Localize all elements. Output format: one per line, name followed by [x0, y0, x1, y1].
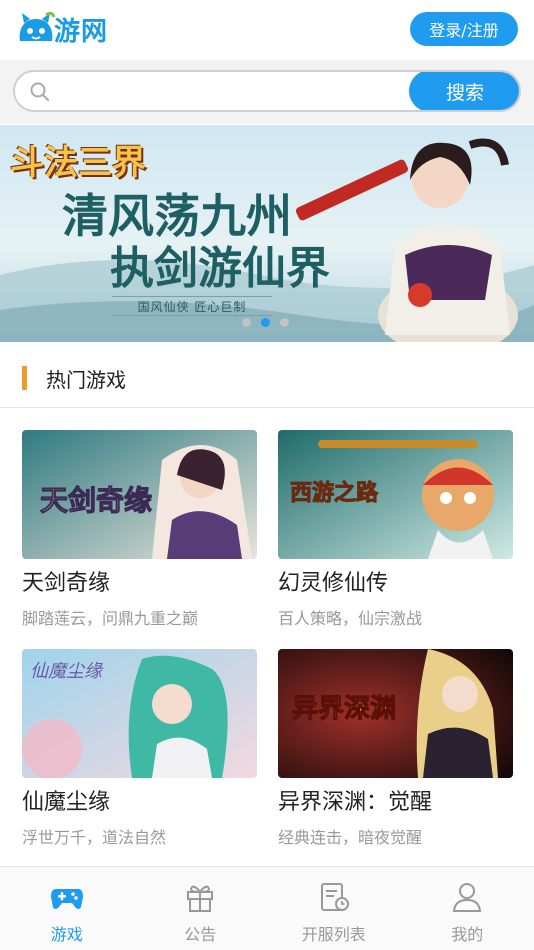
gift-icon: [187, 885, 214, 912]
login-register-button[interactable]: 登录/注册: [410, 12, 518, 46]
game-description: 脚踏莲云，问鼎九重之巅: [22, 609, 199, 628]
game-card[interactable]: 仙魔尘缘 仙魔尘缘 浮世万千，道法自然: [22, 649, 257, 848]
logo-cat-icon: [19, 11, 56, 41]
tab-label: 公告: [184, 925, 217, 944]
game-card[interactable]: 西游之路 幻灵修仙传 百人策略，仙宗激战: [278, 430, 513, 629]
tab-label: 我的: [451, 925, 484, 944]
bottom-tab-bar: 游戏 公告 开服列表 我的: [0, 866, 534, 950]
game-art-title: 异界深渊: [292, 694, 396, 724]
game-description: 经典连击，暗夜觉醒: [278, 828, 423, 847]
carousel-dot[interactable]: [242, 318, 251, 327]
game-art: 异界深渊: [278, 649, 513, 778]
game-art: 西游之路: [278, 430, 513, 559]
gamepad-icon: [50, 889, 83, 909]
tab-server-list[interactable]: 开服列表: [267, 867, 401, 950]
user-icon: [453, 883, 482, 912]
game-thumbnail[interactable]: 西游之路: [278, 430, 513, 559]
game-thumbnail[interactable]: 异界深渊: [278, 649, 513, 778]
game-title[interactable]: 异界深渊：觉醒: [278, 784, 513, 816]
game-art-title: 天剑奇缘: [40, 484, 152, 517]
search-input[interactable]: [59, 72, 409, 110]
search-box: 搜索: [13, 70, 521, 112]
search-icon: [30, 82, 49, 101]
banner-carousel[interactable]: 斗法三界 清风荡九州 执剑游仙界 国风仙侠 匠心巨制: [0, 125, 534, 342]
game-thumbnail[interactable]: 仙魔尘缘: [22, 649, 257, 778]
tab-games[interactable]: 游戏: [0, 867, 134, 950]
carousel-indicator: [242, 318, 289, 327]
game-thumbnail[interactable]: 天剑奇缘: [22, 430, 257, 559]
header: 游网 登录/注册: [0, 0, 534, 60]
game-title[interactable]: 仙魔尘缘: [22, 784, 257, 816]
carousel-dot-active[interactable]: [261, 318, 270, 327]
section-accent-bar: [22, 366, 27, 390]
game-art: 仙魔尘缘: [22, 649, 257, 778]
search-button[interactable]: 搜索: [409, 72, 519, 110]
tab-label: 开服列表: [301, 925, 366, 944]
server-list-icon: [320, 883, 349, 911]
game-description: 浮世万千，道法自然: [22, 828, 167, 847]
banner-slogan: 国风仙侠 匠心巨制: [112, 296, 272, 316]
section-header: 热门游戏: [0, 342, 534, 408]
game-description: 百人策略，仙宗激战: [278, 609, 423, 628]
banner-game-logo: 斗法三界: [10, 143, 146, 183]
tab-announcements[interactable]: 公告: [134, 867, 268, 950]
game-card[interactable]: 异界深渊 异界深渊：觉醒 经典连击，暗夜觉醒: [278, 649, 513, 848]
carousel-dot[interactable]: [280, 318, 289, 327]
game-art: 天剑奇缘: [22, 430, 257, 559]
tab-label: 游戏: [50, 925, 83, 944]
section-title: 热门游戏: [46, 368, 126, 392]
banner-headline-2: 执剑游仙界: [110, 243, 330, 294]
search-bar: 搜索: [0, 60, 534, 124]
game-art-title: 仙魔尘缘: [30, 661, 104, 682]
logo[interactable]: 游网: [16, 9, 120, 49]
tab-mine[interactable]: 我的: [401, 867, 534, 950]
game-title[interactable]: 幻灵修仙传: [278, 565, 513, 597]
game-card[interactable]: 天剑奇缘 天剑奇缘 脚踏莲云，问鼎九重之巅: [22, 430, 257, 629]
game-title[interactable]: 天剑奇缘: [22, 565, 257, 597]
logo-text: 游网: [54, 16, 109, 47]
game-art-title: 西游之路: [290, 480, 379, 506]
